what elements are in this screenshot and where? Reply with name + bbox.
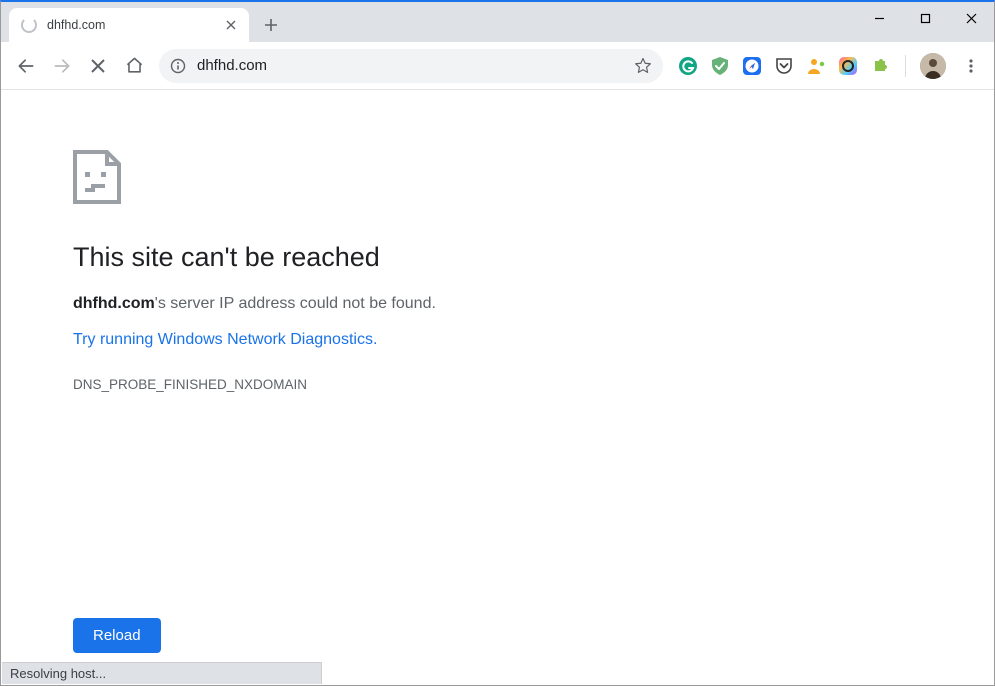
error-domain: dhfhd.com [73, 295, 155, 312]
close-icon [966, 13, 977, 24]
window-maximize-button[interactable] [902, 2, 948, 34]
pocket-extension-icon[interactable] [773, 55, 795, 77]
address-bar[interactable] [159, 49, 663, 83]
info-icon [170, 58, 186, 74]
sad-page-icon [73, 150, 994, 204]
diagnostics-link-text: Try running Windows Network Diagnostics [73, 331, 373, 348]
error-message: dhfhd.com's server IP address could not … [73, 295, 994, 313]
site-info-button[interactable] [169, 57, 187, 75]
loading-spinner-icon [21, 17, 37, 33]
tab-strip: dhfhd.com [1, 2, 994, 42]
close-icon [90, 58, 106, 74]
stop-button[interactable] [81, 49, 115, 83]
url-input[interactable] [197, 57, 633, 74]
page-content: This site can't be reached dhfhd.com's s… [1, 90, 994, 685]
chrome-menu-button[interactable] [956, 51, 986, 81]
status-bar: Resolving host... [2, 662, 322, 684]
minimize-icon [874, 13, 885, 24]
puzzle-extension-icon[interactable] [869, 55, 891, 77]
avatar-icon [920, 53, 946, 79]
profile-avatar-button[interactable] [920, 53, 946, 79]
error-code: DNS_PROBE_FINISHED_NXDOMAIN [73, 377, 994, 392]
diagnostics-period: . [373, 331, 377, 348]
window-controls [856, 2, 994, 34]
error-message-suffix: 's server IP address could not be found. [155, 295, 436, 312]
toolbar [1, 42, 994, 90]
grammarly-extension-icon[interactable] [677, 55, 699, 77]
active-tab[interactable]: dhfhd.com [9, 8, 249, 42]
kebab-icon [963, 58, 979, 74]
bookmark-button[interactable] [633, 56, 653, 76]
error-title: This site can't be reached [73, 242, 994, 273]
separator [905, 55, 906, 77]
reload-button[interactable]: Reload [73, 618, 161, 653]
plus-icon [264, 18, 278, 32]
home-icon [125, 56, 144, 75]
extensions-row [677, 51, 986, 81]
tab-title: dhfhd.com [47, 18, 223, 32]
adguard-extension-icon[interactable] [709, 55, 731, 77]
user-extension-icon[interactable] [805, 55, 827, 77]
home-button[interactable] [117, 49, 151, 83]
new-tab-button[interactable] [257, 11, 285, 39]
tab-close-button[interactable] [223, 17, 239, 33]
maximize-icon [920, 13, 931, 24]
browser-window: dhfhd.com [0, 0, 995, 686]
arrow-right-icon [52, 56, 72, 76]
forward-button [45, 49, 79, 83]
safari-extension-icon[interactable] [741, 55, 763, 77]
close-icon [226, 20, 236, 30]
window-minimize-button[interactable] [856, 2, 902, 34]
diagnostics-link[interactable]: Try running Windows Network Diagnostics [73, 331, 373, 349]
window-close-button[interactable] [948, 2, 994, 34]
arrow-left-icon [16, 56, 36, 76]
star-icon [634, 57, 652, 75]
colorpicker-extension-icon[interactable] [837, 55, 859, 77]
back-button[interactable] [9, 49, 43, 83]
